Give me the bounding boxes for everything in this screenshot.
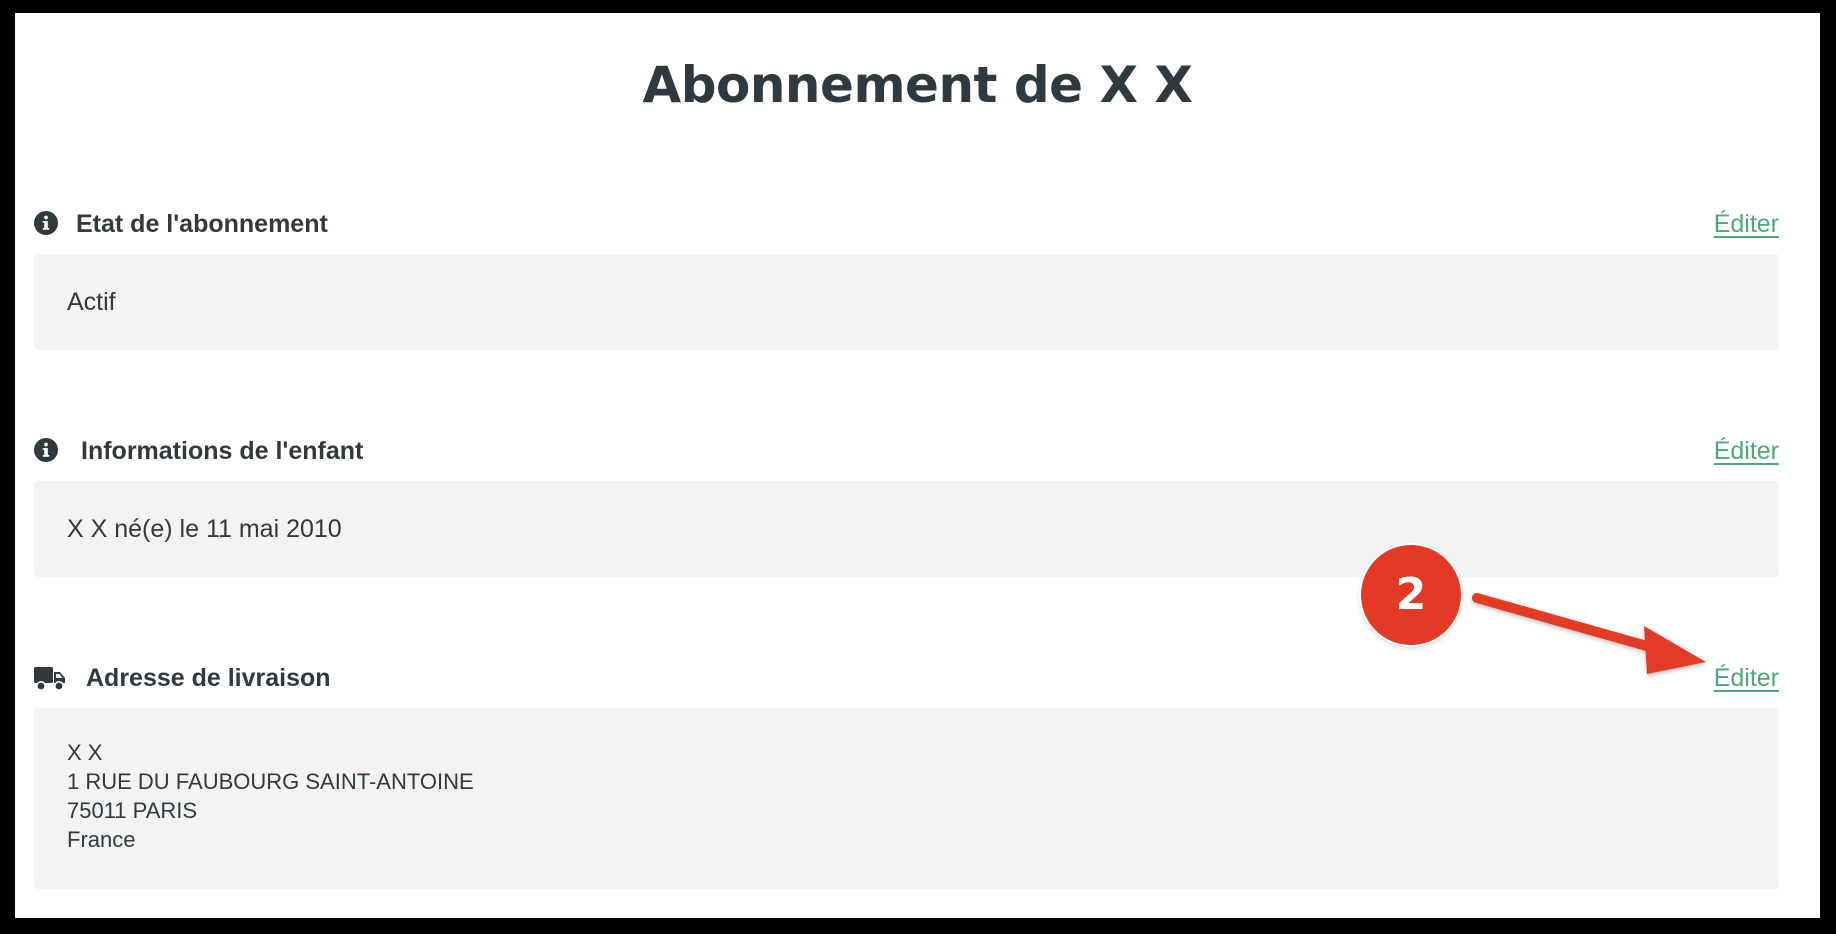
address-line: 75011 PARIS (67, 798, 198, 823)
section-child-information: Informations de l'enfant Éditer X X né(e… (34, 430, 1779, 577)
truck-icon (34, 667, 65, 691)
address-line: France (67, 827, 136, 852)
address-line: 1 RUE DU FAUBOURG SAINT-ANTOINE (67, 769, 474, 794)
child-information-value: X X né(e) le 11 mai 2010 (34, 481, 1779, 577)
section-title: Etat de l'abonnement (76, 210, 328, 238)
section-delivery-address: Adresse de livraison Éditer X X 1 RUE DU… (34, 657, 1779, 889)
section-header: Informations de l'enfant Éditer (34, 430, 1779, 470)
delivery-address-value: X X 1 RUE DU FAUBOURG SAINT-ANTOINE 7501… (34, 708, 1779, 889)
edit-child-information-link[interactable]: Éditer (1714, 435, 1779, 467)
section-header: Adresse de livraison Éditer (34, 657, 1779, 697)
step-number-badge: 2 (1361, 545, 1461, 645)
subscription-status-value: Actif (34, 254, 1779, 350)
edit-subscription-status-link[interactable]: Éditer (1714, 208, 1779, 240)
section-title: Informations de l'enfant (81, 437, 364, 465)
page-title: Abonnement de X X (642, 56, 1193, 114)
address-line: X X (67, 740, 103, 765)
section-subscription-status: Etat de l'abonnement Éditer Actif (34, 203, 1779, 350)
info-icon (34, 211, 58, 235)
info-icon (34, 438, 58, 462)
page-frame: Abonnement de X X Etat de l'abonnement É… (15, 13, 1820, 918)
edit-delivery-address-link[interactable]: Éditer (1714, 662, 1779, 694)
section-title: Adresse de livraison (86, 664, 331, 692)
section-header: Etat de l'abonnement Éditer (34, 203, 1779, 243)
